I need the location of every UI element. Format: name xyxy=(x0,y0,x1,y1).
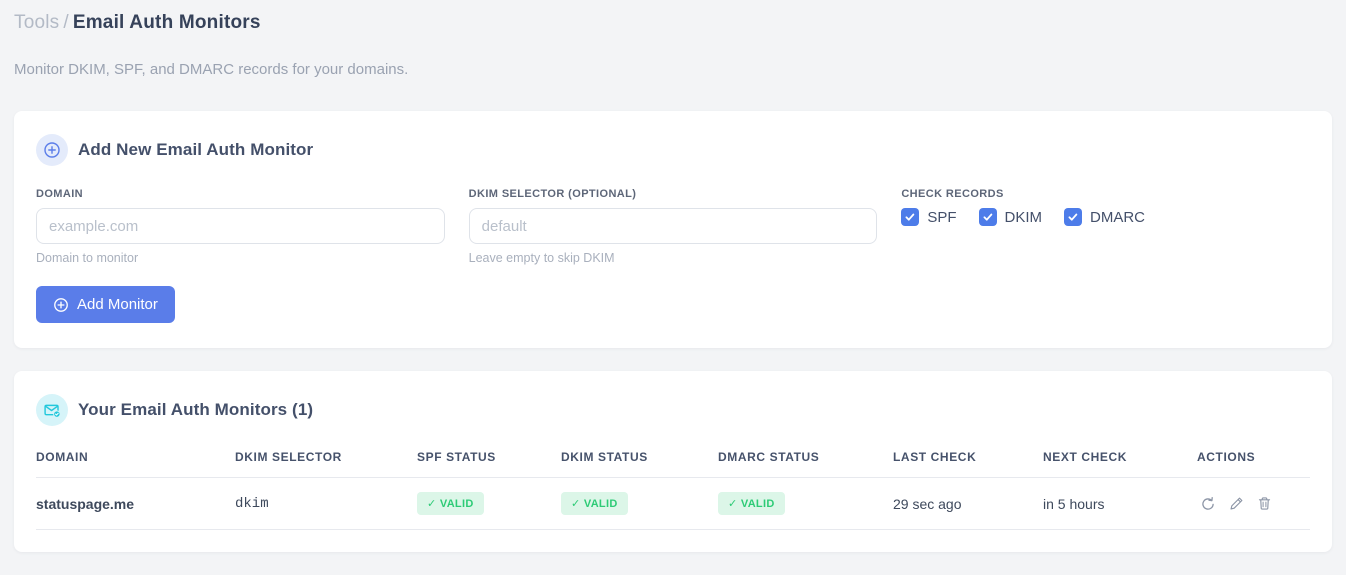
plus-circle-icon xyxy=(36,134,68,166)
column-header-dkim-selector: DKIM SELECTOR xyxy=(235,450,417,478)
add-monitor-button[interactable]: Add Monitor xyxy=(36,286,175,323)
domain-input[interactable] xyxy=(36,208,445,244)
delete-icon[interactable] xyxy=(1257,496,1272,511)
dkim-checkbox-label: DKIM xyxy=(1004,208,1043,226)
page-subtitle: Monitor DKIM, SPF, and DMARC records for… xyxy=(14,61,409,78)
spf-checkbox[interactable] xyxy=(901,208,920,226)
column-header-next-check: NEXT CHECK xyxy=(1043,450,1197,478)
check-records-row: SPF DKIM DMARC xyxy=(901,208,1310,226)
envelope-check-icon xyxy=(36,394,68,426)
edit-icon[interactable] xyxy=(1229,496,1244,511)
add-monitor-card-title: Add New Email Auth Monitor xyxy=(78,140,314,159)
column-header-spf-status: SPF STATUS xyxy=(417,450,561,478)
breadcrumb: Tools / Email Auth Monitors xyxy=(14,12,1332,34)
column-header-actions: ACTIONS xyxy=(1197,450,1310,478)
email-auth-monitors-page: Tools / Email Auth Monitors Monitor DKIM, … xyxy=(0,0,1346,566)
dkim-selector-input[interactable] xyxy=(468,208,878,244)
table-row: statuspage.me dkim ✓ VALID ✓ VALID ✓ VAL… xyxy=(36,477,1310,530)
domain-field-group: DOMAIN Domain to monitor xyxy=(36,188,445,265)
add-monitor-form: DOMAIN Domain to monitor DKIM SELECTOR (… xyxy=(36,188,1310,265)
check-records-label: CHECK RECORDS xyxy=(901,188,1004,200)
dkim-status-badge: ✓ VALID xyxy=(561,492,628,515)
monitors-card-header: Your Email Auth Monitors (1) xyxy=(36,394,1310,426)
add-monitor-card-header: Add New Email Auth Monitor xyxy=(36,134,1310,166)
monitors-card-title: Your Email Auth Monitors (1) xyxy=(78,400,314,419)
dkim-selector-field-label: DKIM SELECTOR (OPTIONAL) xyxy=(468,188,637,200)
spf-status-badge: ✓ VALID xyxy=(417,492,484,515)
monitor-domain: statuspage.me xyxy=(36,477,235,530)
breadcrumb-separator: / xyxy=(63,12,69,33)
domain-field-label: DOMAIN xyxy=(36,188,84,200)
dmarc-checkbox[interactable] xyxy=(1064,208,1083,226)
column-header-dmarc-status: DMARC STATUS xyxy=(718,450,893,478)
add-monitor-card: Add New Email Auth Monitor DOMAIN Domain… xyxy=(14,111,1332,348)
check-records-group: CHECK RECORDS SPF DKIM DMARC xyxy=(901,188,1310,265)
column-header-last-check: LAST CHECK xyxy=(893,450,1043,478)
monitors-card: Your Email Auth Monitors (1) DOMAIN DKIM… xyxy=(14,371,1332,552)
monitors-table-header-row: DOMAIN DKIM SELECTOR SPF STATUS DKIM STA… xyxy=(36,450,1310,478)
monitor-actions xyxy=(1197,496,1310,512)
dmarc-checkbox-item[interactable]: DMARC xyxy=(1064,208,1145,226)
column-header-domain: DOMAIN xyxy=(36,450,235,478)
plus-circle-icon xyxy=(53,297,69,313)
monitor-dkim-selector: dkim xyxy=(235,477,417,530)
dkim-selector-field-hint: Leave empty to skip DKIM xyxy=(468,251,615,265)
dkim-checkbox-item[interactable]: DKIM xyxy=(978,208,1043,226)
add-monitor-button-label: Add Monitor xyxy=(77,296,158,313)
breadcrumb-tools-link[interactable]: Tools xyxy=(14,12,59,33)
page-title: Email Auth Monitors xyxy=(72,12,261,33)
dkim-selector-field-group: DKIM SELECTOR (OPTIONAL) Leave empty to … xyxy=(468,188,878,265)
spf-checkbox-item[interactable]: SPF xyxy=(901,208,957,226)
monitor-next-check: in 5 hours xyxy=(1043,477,1197,530)
column-header-dkim-status: DKIM STATUS xyxy=(561,450,718,478)
dkim-checkbox[interactable] xyxy=(978,208,997,226)
monitors-table: DOMAIN DKIM SELECTOR SPF STATUS DKIM STA… xyxy=(36,450,1310,530)
monitor-last-check: 29 sec ago xyxy=(893,477,1043,530)
domain-field-hint: Domain to monitor xyxy=(36,251,139,265)
dmarc-checkbox-label: DMARC xyxy=(1090,208,1146,226)
refresh-icon[interactable] xyxy=(1200,496,1216,512)
spf-checkbox-label: SPF xyxy=(927,208,957,226)
dmarc-status-badge: ✓ VALID xyxy=(718,492,785,515)
